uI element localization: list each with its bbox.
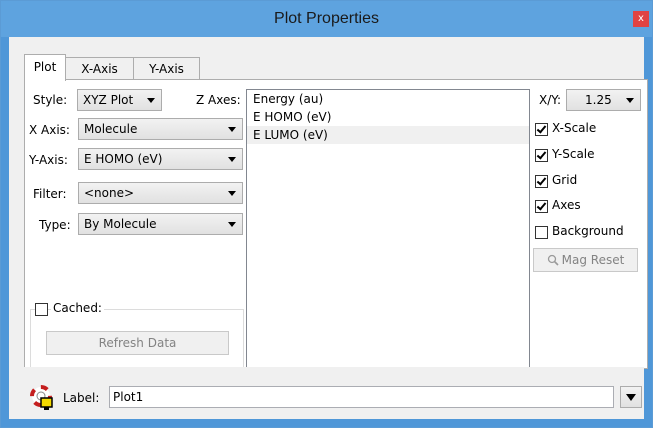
magnifier-icon (547, 254, 559, 266)
z-axes-label: Z Axes: (196, 93, 241, 107)
x-axis-value: Molecule (84, 122, 138, 136)
list-item[interactable]: E HOMO (eV) (247, 108, 529, 126)
chevron-down-icon (228, 157, 236, 162)
help-lifebuoy-icon[interactable] (29, 385, 55, 411)
dialog-client: Plot X-Axis Y-Axis Style: XYZ Plot X Axi… (9, 37, 648, 419)
title-bar[interactable]: Plot Properties x (1, 1, 652, 37)
chevron-down-icon (228, 222, 236, 227)
plot-properties-window: Plot Properties x Plot X-Axis Y-Axis Sty… (0, 0, 653, 428)
y-scale-checkbox[interactable] (535, 149, 548, 162)
label-field-label: Label: (63, 391, 100, 405)
filter-value: <none> (84, 186, 135, 200)
close-button[interactable]: x (633, 11, 649, 27)
tab-plot-label: Plot (33, 60, 57, 74)
filter-select[interactable]: <none> (78, 182, 243, 204)
tab-y-axis-label: Y-Axis (149, 62, 184, 76)
chevron-down-icon (626, 98, 634, 103)
chevron-down-icon (228, 191, 236, 196)
plot-label-input[interactable] (109, 386, 614, 408)
tab-x-axis[interactable]: X-Axis (65, 57, 134, 80)
close-icon: x (638, 13, 644, 24)
list-item[interactable]: E LUMO (eV) (247, 126, 529, 144)
style-value: XYZ Plot (83, 93, 134, 107)
style-select[interactable]: XYZ Plot (77, 89, 162, 111)
check-icon (536, 123, 547, 134)
type-label: Type: (39, 218, 71, 232)
y-axis-label: Y-Axis: (29, 153, 68, 167)
chevron-down-icon (147, 98, 155, 103)
type-value: By Molecule (84, 217, 157, 231)
y-axis-value: E HOMO (eV) (84, 152, 163, 166)
tab-plot[interactable]: Plot (24, 54, 66, 81)
refresh-data-button[interactable]: Refresh Data (46, 331, 229, 355)
x-scale-checkbox[interactable] (535, 123, 548, 136)
xy-ratio-label: X/Y: (539, 93, 562, 107)
y-scale-label: Y-Scale (552, 147, 595, 161)
background-checkbox[interactable] (535, 226, 548, 239)
cached-label: Cached: (51, 301, 104, 315)
z-axes-listbox[interactable]: Energy (au) E HOMO (eV) E LUMO (eV) (246, 89, 530, 374)
style-label: Style: (33, 93, 68, 107)
axes-checkbox[interactable] (535, 200, 548, 213)
y-axis-select[interactable]: E HOMO (eV) (78, 148, 243, 170)
check-icon (536, 200, 547, 211)
xy-ratio-select[interactable]: 1.25 (566, 89, 641, 111)
x-scale-label: X-Scale (552, 121, 597, 135)
x-axis-label: X Axis: (29, 123, 70, 137)
mag-reset-button[interactable]: Mag Reset (533, 248, 638, 272)
mag-reset-label: Mag Reset (561, 253, 625, 267)
bottom-bar: Label: (9, 367, 644, 419)
background-label: Background (552, 224, 624, 238)
grid-label: Grid (552, 173, 578, 187)
triangle-down-icon (626, 394, 636, 401)
check-icon (536, 149, 547, 160)
tab-x-axis-label: X-Axis (81, 62, 118, 76)
axes-label: Axes (552, 198, 581, 212)
cached-checkbox[interactable] (35, 303, 48, 316)
list-item[interactable]: Energy (au) (247, 90, 529, 108)
type-select[interactable]: By Molecule (78, 213, 243, 235)
window-title: Plot Properties (274, 10, 379, 27)
filter-label: Filter: (33, 187, 67, 201)
check-icon (536, 175, 547, 186)
xy-ratio-value: 1.25 (585, 93, 612, 107)
chevron-down-icon (228, 127, 236, 132)
tab-y-axis[interactable]: Y-Axis (133, 57, 200, 80)
label-dropdown-button[interactable] (620, 386, 642, 408)
x-axis-select[interactable]: Molecule (78, 118, 243, 140)
grid-checkbox[interactable] (535, 175, 548, 188)
